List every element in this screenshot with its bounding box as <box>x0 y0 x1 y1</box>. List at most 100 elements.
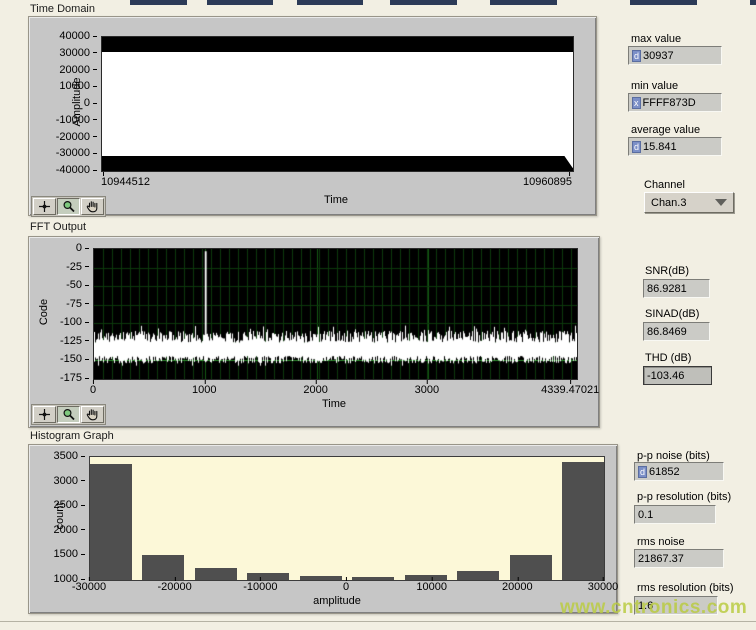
sinad-label: SINAD(dB) <box>645 308 699 320</box>
zoom-tool-button[interactable] <box>57 406 80 423</box>
x-tick-label: 10960895 <box>523 176 572 188</box>
pan-tool-button[interactable] <box>81 198 104 215</box>
y-tick-label: 0 <box>29 97 97 109</box>
histogram-bar <box>510 555 552 580</box>
histogram-y-axis-label: count <box>54 476 66 556</box>
rms-noise-value-text: 21867.37 <box>638 553 684 565</box>
pp-noise-label: p-p noise (bits) <box>637 450 710 462</box>
histogram-bar <box>195 568 237 580</box>
rms-noise-indicator: 21867.37 <box>634 549 724 568</box>
pp-noise-indicator: d 61852 <box>634 462 724 481</box>
crosshair-tool-button[interactable] <box>33 406 56 423</box>
crosshair-tool-button[interactable] <box>33 198 56 215</box>
thd-value-text: -103.46 <box>647 370 684 382</box>
average-value-label: average value <box>631 124 700 136</box>
window-tab-fragment <box>297 0 363 5</box>
hand-icon <box>86 200 99 213</box>
x-tick-label: 2000 <box>303 384 327 396</box>
sinad-value-text: 86.8469 <box>647 326 687 338</box>
y-tick-label: 40000 <box>29 30 97 42</box>
snr-indicator: 86.9281 <box>643 279 710 298</box>
y-tick-label: -175 <box>29 372 89 384</box>
histogram-graph: count amplitude 350030002500200015001000… <box>28 444 618 614</box>
max-value-indicator: d 30937 <box>628 46 722 65</box>
window-tab-fragment <box>490 0 557 5</box>
x-tick-label: 10944512 <box>101 176 150 188</box>
pp-resolution-indicator: 0.1 <box>634 505 716 524</box>
time-domain-x-axis-label: Time <box>324 194 348 206</box>
time-domain-graph: Amplitude Time 400003000020000100000-100… <box>28 16 597 216</box>
y-tick-label: 3000 <box>29 475 85 487</box>
fft-graph-palette <box>31 404 106 425</box>
y-tick-label: -125 <box>29 335 89 347</box>
histogram-bar <box>457 571 499 580</box>
fft-output-graph: Code Time 0-25-50-75-100-125-150-1750100… <box>28 236 600 428</box>
channel-selector[interactable]: Chan.3 <box>644 192 734 213</box>
histogram-x-axis-label: amplitude <box>313 595 361 607</box>
time-domain-graph-palette <box>31 196 106 217</box>
chevron-down-icon <box>715 199 727 206</box>
x-tick-label: 4339.47021 <box>541 384 599 396</box>
crosshair-icon <box>38 200 51 213</box>
window-tab-fragment <box>207 0 273 5</box>
waveform-band <box>102 52 573 156</box>
y-tick-label: -150 <box>29 353 89 365</box>
fft-output-title: FFT Output <box>30 221 86 233</box>
y-tick-label: 2500 <box>29 499 85 511</box>
magnifier-icon <box>62 200 76 213</box>
histogram-bar <box>90 464 132 580</box>
histogram-bar <box>352 577 394 580</box>
y-tick-label: 10000 <box>29 80 97 92</box>
rms-resolution-indicator: 1.6 <box>634 596 718 615</box>
pp-noise-value-text: 61852 <box>649 466 680 478</box>
histogram-title: Histogram Graph <box>30 430 114 442</box>
y-tick-label: 1500 <box>29 548 85 560</box>
radix-decimal-badge: d <box>632 141 641 153</box>
rms-resolution-label: rms resolution (bits) <box>637 582 734 594</box>
histogram-bar <box>142 555 184 580</box>
rms-resolution-value-text: 1.6 <box>638 600 653 612</box>
x-tick-label: -20000 <box>158 581 192 593</box>
min-value-label: min value <box>631 80 678 92</box>
time-domain-plot-area[interactable] <box>101 36 574 172</box>
y-tick-label: -10000 <box>29 114 97 126</box>
time-domain-title: Time Domain <box>30 3 95 15</box>
hand-icon <box>86 408 99 421</box>
window-tab-fragment <box>750 0 756 5</box>
x-tick-label: 10000 <box>416 581 447 593</box>
y-tick-label: 0 <box>29 242 89 254</box>
zoom-tool-button[interactable] <box>57 198 80 215</box>
y-tick-label: 3500 <box>29 450 85 462</box>
average-value-indicator: d 15.841 <box>628 137 722 156</box>
histogram-plot-area[interactable] <box>89 456 605 581</box>
min-value-text: FFFF873D <box>643 97 696 109</box>
window-tab-fragment <box>130 0 187 5</box>
y-tick-label: -40000 <box>29 164 97 176</box>
channel-selected-value: Chan.3 <box>651 197 686 209</box>
thd-control[interactable]: -103.46 <box>643 366 712 385</box>
pp-resolution-value-text: 0.1 <box>638 509 653 521</box>
y-tick-label: -30000 <box>29 147 97 159</box>
y-tick-label: -75 <box>29 298 89 310</box>
window-tab-fragment <box>630 0 697 5</box>
x-tick-label: 3000 <box>415 384 439 396</box>
y-tick-label: 20000 <box>29 64 97 76</box>
window-tab-fragment <box>390 0 457 5</box>
x-tick-label: 0 <box>343 581 349 593</box>
fft-plot-area[interactable] <box>93 248 578 380</box>
x-tick-label: 1000 <box>192 384 216 396</box>
histogram-bar <box>562 462 604 580</box>
x-tick-label: -10000 <box>243 581 277 593</box>
snr-value-text: 86.9281 <box>647 283 687 295</box>
histogram-bar <box>300 576 342 580</box>
crosshair-icon <box>38 408 51 421</box>
max-value-text: 30937 <box>643 50 674 62</box>
y-tick-label: -50 <box>29 279 89 291</box>
snr-label: SNR(dB) <box>645 265 689 277</box>
min-value-indicator: x FFFF873D <box>628 93 722 112</box>
radix-hex-badge: x <box>632 97 641 109</box>
x-tick-label: 30000 <box>588 581 619 593</box>
pan-tool-button[interactable] <box>81 406 104 423</box>
histogram-bar <box>247 573 289 580</box>
y-tick-label: 30000 <box>29 47 97 59</box>
